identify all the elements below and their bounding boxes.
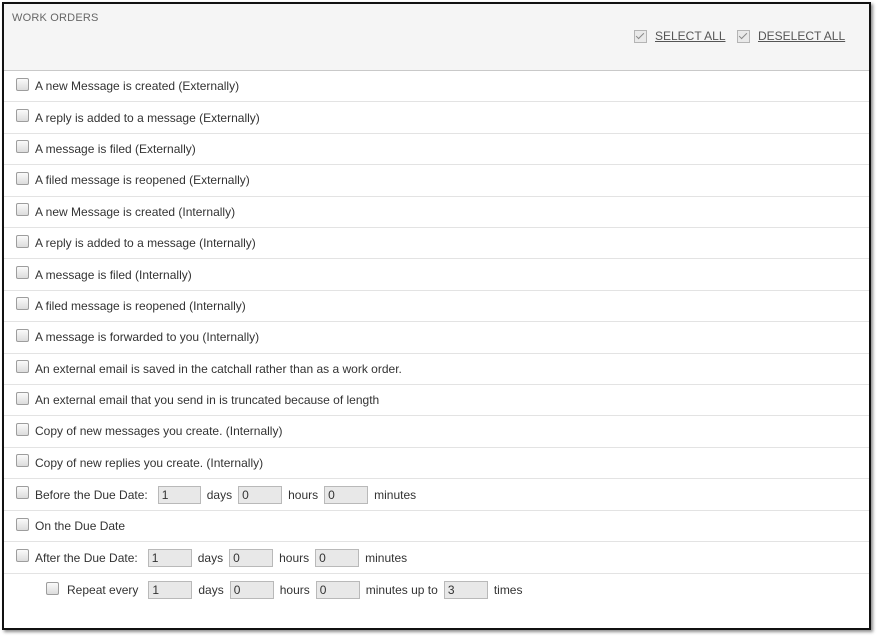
on-due-date-row: On the Due Date — [4, 511, 869, 543]
before-due-minutes-input[interactable] — [324, 485, 369, 504]
notification-checkbox[interactable] — [16, 328, 29, 342]
notification-row: A filed message is reopened (Externally) — [4, 165, 869, 197]
after-due-days-input[interactable] — [147, 548, 192, 567]
notification-label: A reply is added to a message (Internall… — [35, 236, 256, 251]
notification-row: A new Message is created (Internally) — [4, 197, 869, 228]
before-due-days-input[interactable] — [157, 485, 201, 504]
notification-checkbox[interactable] — [16, 391, 29, 405]
notification-row: A message is filed (Externally) — [4, 134, 869, 166]
notification-row: A reply is added to a message (Externall… — [4, 102, 869, 134]
notification-row: Copy of new messages you create. (Intern… — [4, 416, 869, 448]
repeat-days-input[interactable] — [148, 581, 193, 600]
after-due-hours-input[interactable] — [229, 548, 274, 567]
notification-row: A message is forwarded to you (Internall… — [4, 322, 869, 354]
panel-title: WORK ORDERS — [12, 12, 99, 24]
work-orders-panel: WORK ORDERS SELECT ALL DESELECT ALL A ne… — [2, 2, 871, 630]
notification-label: An external email is saved in the catcha… — [35, 361, 402, 376]
notification-label: A filed message is reopened (Externally) — [35, 173, 250, 188]
on-due-date-checkbox[interactable] — [16, 517, 29, 531]
notification-row: An external email is saved in the catcha… — [4, 354, 869, 385]
after-due-date-label: After the Due Date: — [35, 550, 138, 565]
notification-label: A message is forwarded to you (Internall… — [35, 330, 260, 345]
notification-row: A reply is added to a message (Internall… — [4, 228, 869, 260]
notification-row: A message is filed (Internally) — [4, 259, 869, 291]
before-due-date-label: Before the Due Date: — [35, 487, 148, 502]
hours-label: hours — [279, 550, 310, 565]
after-due-date-row: After the Due Date: days hours minutes — [4, 542, 869, 575]
notification-list: A new Message is created (Externally) A … — [4, 71, 869, 606]
select-all-button[interactable]: SELECT ALL — [634, 29, 726, 43]
before-due-date-row: Before the Due Date: days hours minutes — [4, 479, 869, 512]
minutes-label: minutes — [374, 487, 417, 502]
notification-checkbox[interactable] — [16, 234, 29, 248]
notification-label: Copy of new replies you create. (Interna… — [35, 455, 264, 470]
notification-checkbox[interactable] — [16, 454, 29, 468]
repeat-checkbox[interactable] — [46, 581, 59, 595]
after-due-date-checkbox[interactable] — [16, 549, 29, 563]
notification-row: Copy of new replies you create. (Interna… — [4, 448, 869, 480]
repeat-minutes-input[interactable] — [315, 581, 360, 600]
notification-label: A new Message is created (Externally) — [35, 79, 240, 94]
repeat-label: Repeat every — [67, 583, 139, 598]
notification-label: A message is filed (Internally) — [35, 267, 192, 282]
deselect-all-button[interactable]: DESELECT ALL — [737, 29, 845, 43]
checkbox-checked-icon — [634, 29, 647, 43]
notification-label: An external email that you send in is tr… — [35, 393, 380, 408]
deselect-all-label: DESELECT ALL — [758, 29, 846, 43]
before-due-hours-input[interactable] — [238, 485, 283, 504]
hours-label: hours — [279, 583, 310, 598]
notification-checkbox[interactable] — [16, 422, 29, 436]
notification-label: A message is filed (Externally) — [35, 141, 196, 156]
repeat-row: Repeat every days hours minutes up to ti… — [4, 574, 869, 606]
panel-header: WORK ORDERS SELECT ALL DESELECT ALL — [4, 4, 869, 71]
after-due-minutes-input[interactable] — [315, 548, 360, 567]
notification-checkbox[interactable] — [16, 297, 29, 311]
before-due-date-checkbox[interactable] — [16, 486, 29, 500]
notification-checkbox[interactable] — [16, 77, 29, 91]
select-all-label: SELECT ALL — [655, 29, 726, 43]
notification-row: A filed message is reopened (Internally) — [4, 291, 869, 323]
notification-label: A filed message is reopened (Internally) — [35, 298, 246, 313]
notification-label: Copy of new messages you create. (Intern… — [35, 424, 283, 439]
notification-checkbox[interactable] — [16, 266, 29, 280]
notification-checkbox[interactable] — [16, 360, 29, 374]
times-label: times — [493, 583, 523, 598]
notification-checkbox[interactable] — [16, 140, 29, 154]
repeat-times-input[interactable] — [443, 581, 488, 600]
minutes-label: minutes — [365, 550, 408, 565]
repeat-hours-input[interactable] — [229, 581, 274, 600]
notification-row: An external email that you send in is tr… — [4, 385, 869, 417]
notification-label: A reply is added to a message (Externall… — [35, 110, 260, 125]
notification-label: A new Message is created (Internally) — [35, 204, 236, 219]
notification-checkbox[interactable] — [16, 203, 29, 217]
notification-row: A new Message is created (Externally) — [4, 71, 869, 103]
notification-checkbox[interactable] — [16, 109, 29, 123]
hours-label: hours — [288, 487, 319, 502]
minutes-up-to-label: minutes up to — [365, 583, 438, 598]
days-label: days — [198, 583, 224, 598]
notification-checkbox[interactable] — [16, 171, 29, 185]
days-label: days — [206, 487, 233, 502]
on-due-date-label: On the Due Date — [35, 519, 126, 534]
checkbox-checked-icon — [737, 29, 750, 43]
days-label: days — [197, 550, 224, 565]
